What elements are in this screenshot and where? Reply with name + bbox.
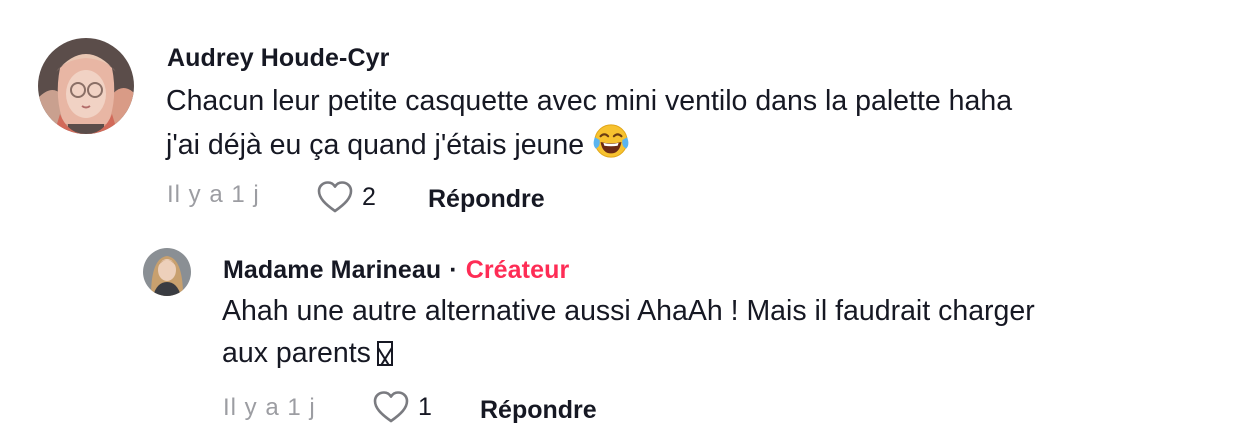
heart-icon — [317, 181, 353, 213]
comment-text-line-2: j'ai déjà eu ça quand j'étais jeune — [166, 129, 585, 161]
separator-dot: · — [449, 256, 458, 284]
comment-meta: Il y a 1 j — [167, 181, 260, 209]
comment-author[interactable]: Audrey Houde-Cyr — [167, 44, 389, 73]
comment-meta: Il y a 1 j — [223, 394, 316, 422]
avatar[interactable] — [38, 38, 134, 134]
comment-text-line-2: aux parents — [222, 337, 371, 369]
comment-author[interactable]: Madame Marineau — [223, 256, 441, 284]
avatar[interactable] — [143, 248, 191, 296]
like-count: 1 — [418, 392, 432, 421]
comment-text: Chacun leur petite casquette avec mini v… — [166, 80, 1012, 166]
like-button[interactable]: 2 — [316, 180, 376, 214]
reply-author-line: Madame Marineau · Créateur — [223, 256, 569, 285]
face-with-tears-of-joy-icon — [592, 122, 630, 160]
comment-timestamp: Il y a 1 j — [167, 181, 260, 208]
like-count: 2 — [362, 182, 376, 211]
creator-badge: Créateur — [465, 256, 570, 284]
missing-glyph-icon — [376, 341, 393, 366]
comment-timestamp: Il y a 1 j — [223, 394, 316, 421]
comment-text-line-1: Ahah une autre alternative aussi AhaAh !… — [222, 295, 1035, 327]
comment-text-line-1: Chacun leur petite casquette avec mini v… — [166, 85, 1013, 117]
like-button[interactable]: 1 — [372, 390, 432, 424]
heart-icon — [373, 391, 409, 423]
reply-button[interactable]: Répondre — [480, 396, 597, 425]
comment-text: Ahah une autre alternative aussi AhaAh !… — [222, 290, 1035, 374]
reply-button[interactable]: Répondre — [428, 185, 545, 214]
